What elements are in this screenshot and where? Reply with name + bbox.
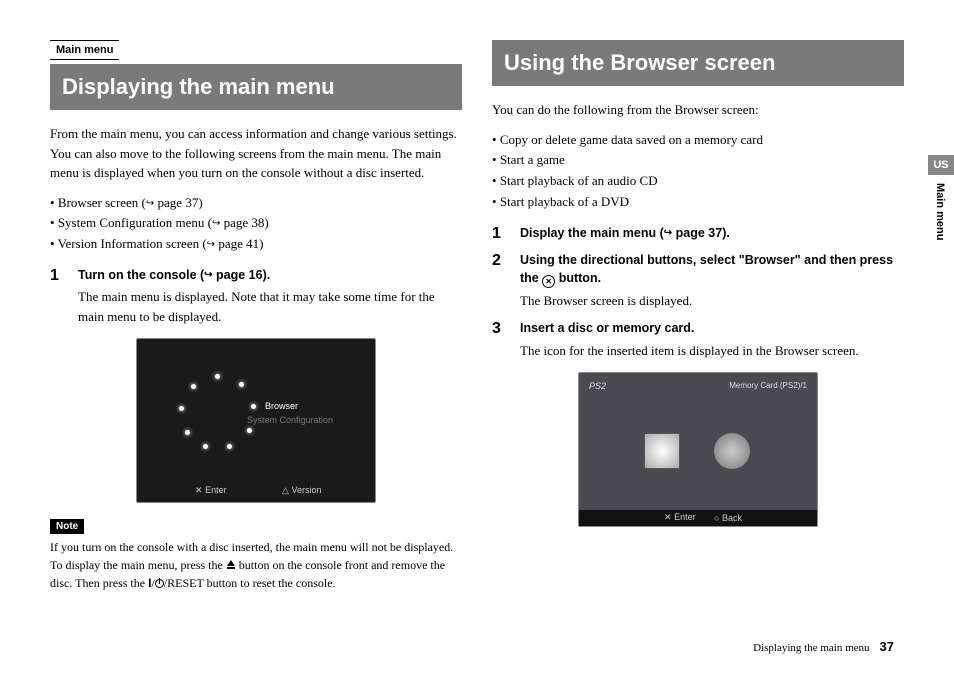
step-number: 2 xyxy=(492,252,501,270)
memory-card-icon xyxy=(644,433,680,469)
step-1: 1 Turn on the console (↪ page 16). The m… xyxy=(50,267,462,327)
section-title-left: Displaying the main menu xyxy=(50,64,462,110)
disc-icon xyxy=(714,433,750,469)
x-button-icon: ✕ xyxy=(542,275,555,288)
step-1-right: 1 Display the main menu (↪ page 37). xyxy=(492,225,904,243)
browser-screenshot: PS2 Memory Card (PS2)/1 ✕ Enter ○ Back xyxy=(578,372,818,527)
intro-text: From the main menu, you can access infor… xyxy=(50,124,462,183)
eject-icon xyxy=(226,560,236,570)
step-body: The Browser screen is displayed. xyxy=(520,291,904,311)
step-number: 3 xyxy=(492,320,501,338)
step-body: The main menu is displayed. Note that it… xyxy=(78,287,462,326)
breadcrumb: Main menu xyxy=(50,40,119,60)
note-body: If you turn on the console with a disc i… xyxy=(50,538,462,592)
jump-list: Browser screen (↪ page 37) System Config… xyxy=(50,193,462,255)
browser-actions: Copy or delete game data saved on a memo… xyxy=(492,130,904,213)
arrow-icon: ↪ xyxy=(146,198,154,209)
section-title-right: Using the Browser screen xyxy=(492,40,904,86)
main-menu-screenshot: Browser System Configuration ✕ Enter △ V… xyxy=(136,338,376,503)
step-number: 1 xyxy=(492,225,501,243)
power-icon xyxy=(155,579,164,588)
step-number: 1 xyxy=(50,267,59,285)
page-number: 37 xyxy=(880,639,894,654)
region-tag: US xyxy=(928,155,954,175)
arrow-icon: ↪ xyxy=(212,218,220,229)
section-label: Main menu xyxy=(934,175,952,240)
arrow-icon: ↪ xyxy=(204,270,212,281)
step-2-right: 2 Using the directional buttons, select … xyxy=(492,252,904,310)
page-footer: Displaying the main menu37 xyxy=(753,639,894,654)
intro-right: You can do the following from the Browse… xyxy=(492,100,904,120)
step-3-right: 3 Insert a disc or memory card. The icon… xyxy=(492,320,904,360)
arrow-icon: ↪ xyxy=(207,239,215,250)
step-body: The icon for the inserted item is displa… xyxy=(520,341,904,361)
side-tab: US Main menu xyxy=(928,155,954,240)
note-tag: Note xyxy=(50,519,84,534)
arrow-icon: ↪ xyxy=(664,227,672,238)
